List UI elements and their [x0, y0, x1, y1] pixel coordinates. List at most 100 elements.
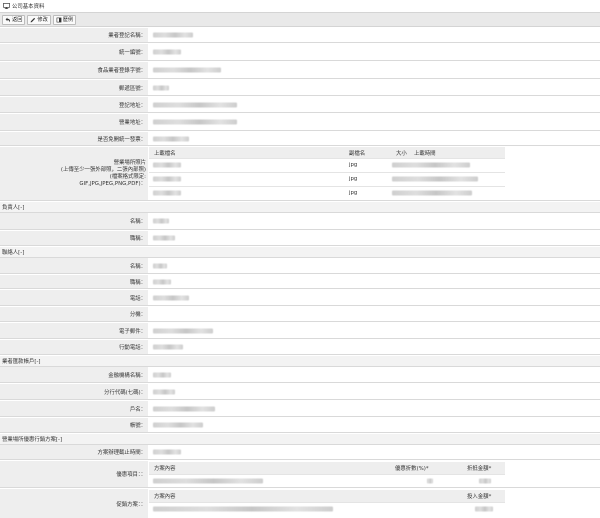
row-contact-ext: 分機：: [0, 307, 600, 322]
discount-row: [149, 474, 505, 486]
row-photos: 營業場所照片 (上傳至少一張外部照，二張內部照) (檔案格式限定: GIF,JP…: [0, 147, 600, 201]
edit-button[interactable]: 修改: [27, 14, 51, 25]
row-invoice: 是否免開統一發票：: [0, 132, 600, 146]
photo-extension: jpg: [349, 176, 358, 182]
discount-col-amount: 折抵金額*: [467, 466, 492, 472]
window-titlebar: 公司基本資料: [0, 0, 600, 13]
photos-label: 營業場所照片 (上傳至少一張外部照，二張內部照) (檔案格式限定: GIF,JP…: [0, 147, 148, 200]
photo-size-time: [392, 162, 470, 168]
window-title: 公司基本資料: [12, 4, 45, 10]
branch-code-label: 分行代碼(七碼)：: [0, 384, 148, 399]
toolbar: 返回 修改 歷例: [0, 13, 600, 27]
bank-name-value: [153, 372, 171, 377]
section-bank[interactable]: 業者匯款帳戶[-]: [0, 356, 600, 367]
row-contact-email: 電子郵件：: [0, 323, 600, 339]
row-unified-no: 統一編號：: [0, 44, 600, 61]
back-button-label: 返回: [12, 17, 23, 23]
photos-label-line1: 營業場所照片: [113, 159, 146, 166]
resp-name-label: 名稱：: [0, 213, 148, 229]
row-contact-mobile: 行動電話：: [0, 340, 600, 355]
row-contact-name: 名稱：: [0, 258, 600, 274]
postal-value: [153, 85, 169, 90]
account-name-value: [153, 406, 215, 411]
row-resp-name: 名稱：: [0, 213, 600, 230]
pencil-icon: [30, 17, 36, 22]
reg-name-label: 業者登記名稱：: [0, 28, 148, 42]
reg-address-label: 登記地址：: [0, 97, 148, 112]
col-extension: 副檔名: [349, 150, 366, 157]
account-no-label: 帳號：: [0, 418, 148, 432]
row-bank-name: 金融機構名稱：: [0, 367, 600, 383]
reg-address-value: [153, 102, 237, 107]
photo-filename[interactable]: [153, 162, 181, 168]
contact-ext-value: [149, 307, 600, 321]
food-reg-no-value: [153, 67, 221, 73]
row-contact-phone: 電話：: [0, 290, 600, 306]
row-account-name: 戶名：: [0, 401, 600, 417]
row-promo-deadline: 方案辦理截止時間：: [0, 445, 600, 460]
promo-amount-value: [475, 506, 493, 511]
back-button[interactable]: 返回: [2, 14, 26, 25]
photo-extension: jpg: [349, 162, 358, 168]
row-reg-address: 登記地址：: [0, 97, 600, 113]
reg-name-value: [153, 32, 193, 38]
row-account-no: 帳號：: [0, 418, 600, 433]
row-contact-title: 職稱：: [0, 275, 600, 289]
account-name-label: 戶名：: [0, 401, 148, 416]
food-reg-no-label: 食品業者登錄字號：: [0, 62, 148, 78]
photo-extension: jpg: [349, 190, 358, 196]
photos-table-header: 上載檔名 副檔名 大小 上載時間: [149, 147, 505, 158]
photos-table: 上載檔名 副檔名 大小 上載時間 jpg jpg jpg: [149, 147, 600, 200]
contact-mobile-value: [153, 344, 183, 350]
contact-name-label: 名稱：: [0, 258, 148, 273]
photo-row: jpg: [149, 172, 505, 185]
photo-filename[interactable]: [153, 176, 181, 182]
unified-no-value: [153, 49, 181, 55]
contact-name-value: [153, 263, 167, 268]
contact-title-label: 職稱：: [0, 275, 148, 288]
book-icon: [56, 17, 62, 22]
contact-email-value: [153, 328, 213, 333]
promo-col-amount: 投入金額*: [467, 494, 492, 500]
promo-content-value: [153, 506, 333, 511]
photos-label-line3: (檔案格式限定:: [109, 173, 146, 180]
col-filename: 上載檔名: [154, 150, 176, 157]
section-contact[interactable]: 聯絡人[-]: [0, 247, 600, 258]
photo-size-time: [392, 176, 478, 182]
invoice-value: [153, 136, 189, 141]
account-no-value: [153, 422, 203, 428]
section-promotion[interactable]: 營業場所優惠行銷方案[-]: [0, 434, 600, 445]
contact-email-label: 電子郵件：: [0, 323, 148, 338]
invoice-label: 是否免開統一發票：: [0, 132, 148, 145]
promo-table-header: 方案內容 投入金額*: [149, 490, 505, 502]
row-discount: 優惠項目：： 方案內容 優惠折數(%)* 折抵金額*: [0, 461, 600, 488]
back-arrow-icon: [5, 17, 11, 22]
photo-row: jpg: [149, 186, 505, 199]
resp-title-value: [153, 235, 175, 241]
photo-filename[interactable]: [153, 190, 181, 196]
history-button[interactable]: 歷例: [52, 14, 77, 25]
bank-name-label: 金融機構名稱：: [0, 367, 148, 382]
biz-address-label: 營業地址：: [0, 114, 148, 130]
edit-button-label: 修改: [37, 17, 48, 23]
photos-label-line2: (上傳至少一張外部照，二張內部照): [60, 166, 146, 173]
discount-amount-value: [479, 478, 491, 483]
contact-ext-label: 分機：: [0, 307, 148, 321]
row-reg-name: 業者登記名稱：: [0, 28, 600, 43]
row-branch-code: 分行代碼(七碼)：: [0, 384, 600, 400]
promo-deadline-value: [153, 449, 181, 455]
discount-content-value: [153, 478, 263, 483]
unified-no-label: 統一編號：: [0, 44, 148, 60]
discount-rate-value: [427, 478, 433, 483]
discount-col-rate: 優惠折數(%)*: [395, 466, 429, 472]
row-postal: 郵遞區號：: [0, 80, 600, 96]
contact-title-value: [153, 279, 171, 284]
col-size: 大小: [396, 150, 407, 157]
row-food-reg-no: 食品業者登錄字號：: [0, 62, 600, 79]
monitor-icon: [3, 3, 10, 9]
promo-deadline-label: 方案辦理截止時間：: [0, 445, 148, 459]
photo-row: jpg: [149, 158, 505, 171]
history-button-label: 歷例: [62, 17, 74, 23]
discount-col-content: 方案內容: [154, 466, 176, 472]
section-responsible[interactable]: 負責人[-]: [0, 202, 600, 213]
